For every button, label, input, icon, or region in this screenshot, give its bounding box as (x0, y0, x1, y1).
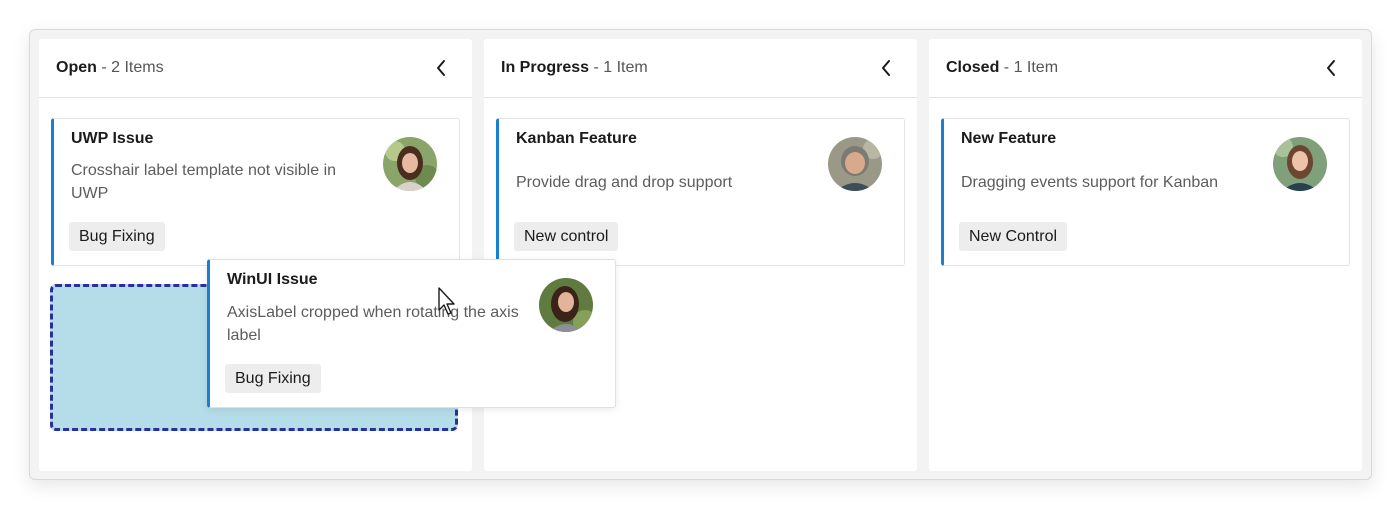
column-title-open: Open - 2 Items (56, 59, 164, 77)
card-kanban-feature[interactable]: Kanban Feature Provide drag and drop sup… (496, 118, 905, 266)
mouse-pointer-icon (438, 287, 455, 315)
avatar (828, 137, 882, 191)
card-uwp-issue[interactable]: UWP Issue Crosshair label template not v… (51, 118, 460, 266)
avatar (1273, 137, 1327, 191)
column-name: In Progress (501, 59, 590, 76)
column-title-in-progress: In Progress - 1 Item (501, 59, 648, 77)
card-title: New Feature (961, 130, 1057, 147)
chevron-left-icon (437, 60, 445, 76)
collapse-column-button[interactable] (875, 57, 897, 79)
card-description: Dragging events support for Kanban (961, 174, 1219, 191)
card-title: Kanban Feature (516, 130, 637, 147)
card-new-feature[interactable]: New Feature Dragging events support for … (941, 118, 1350, 266)
column-item-count: - 2 Items (96, 59, 164, 76)
card-description: Provide drag and drop support (516, 174, 733, 191)
card-description: AxisLabel cropped when rotating the axis… (227, 304, 519, 344)
chevron-left-icon (1327, 60, 1335, 76)
dragged-card-winui-issue[interactable]: WinUI Issue AxisLabel cropped when rotat… (207, 259, 616, 408)
chevron-left-icon (882, 60, 890, 76)
column-item-count: - 1 Item (999, 59, 1059, 76)
card-tag[interactable]: New control (514, 222, 619, 251)
column-name: Open (56, 59, 97, 76)
avatar (539, 278, 593, 332)
card-tag[interactable]: Bug Fixing (225, 364, 321, 393)
column-header-closed: Closed - 1 Item (929, 39, 1362, 98)
column-item-count: - 1 Item (589, 59, 648, 76)
card-title: WinUI Issue (227, 271, 318, 288)
column-header-in-progress: In Progress - 1 Item (484, 39, 917, 98)
card-tag[interactable]: Bug Fixing (69, 222, 165, 251)
card-description: Crosshair label template not visible in … (71, 162, 337, 202)
column-closed: Closed - 1 Item New Feature Dragging eve… (929, 39, 1362, 471)
collapse-column-button[interactable] (430, 57, 452, 79)
column-title-closed: Closed - 1 Item (946, 59, 1058, 77)
collapse-column-button[interactable] (1320, 57, 1342, 79)
card-tag[interactable]: New Control (959, 222, 1068, 251)
card-title: UWP Issue (71, 130, 154, 147)
column-header-open: Open - 2 Items (39, 39, 472, 98)
avatar (383, 137, 437, 191)
column-name: Closed (946, 59, 1000, 76)
